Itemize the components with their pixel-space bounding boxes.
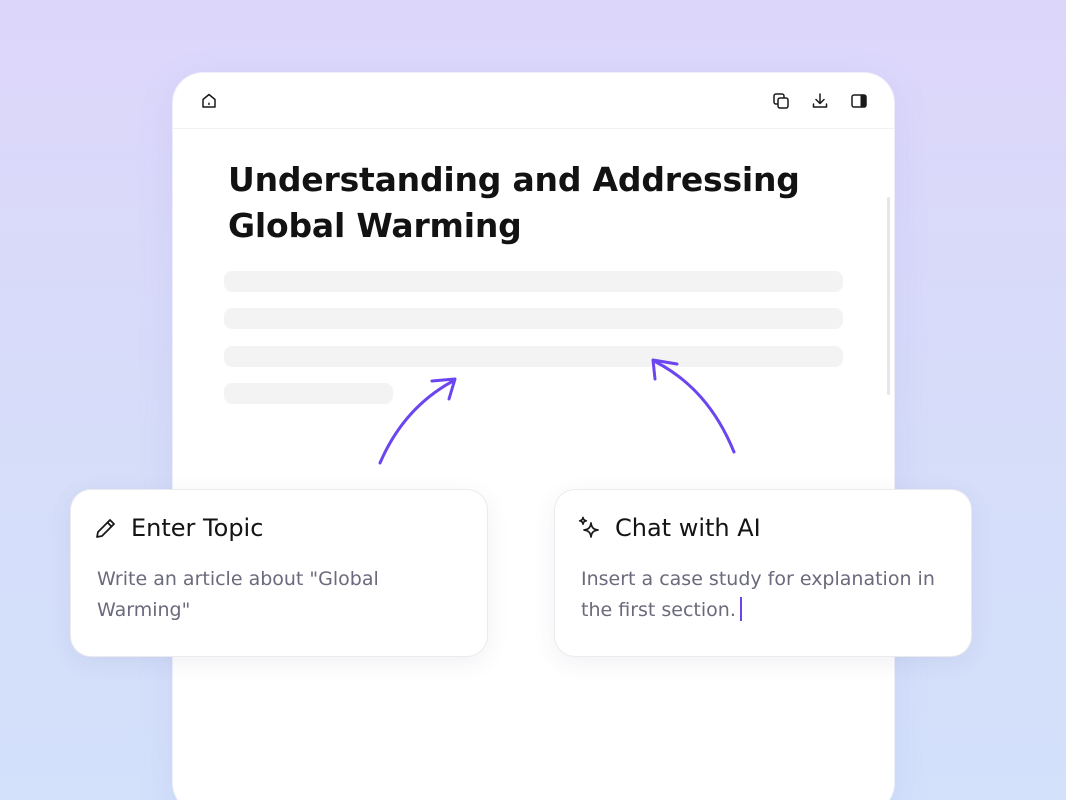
arrow-right (651, 358, 736, 454)
chat-with-ai-input[interactable]: Insert a case study for explanation in t… (581, 564, 951, 626)
sparkles-icon (577, 515, 603, 541)
chat-with-ai-card[interactable]: Chat with AI Insert a case study for exp… (555, 490, 971, 656)
enter-topic-title: Enter Topic (131, 514, 264, 542)
pencil-icon (93, 515, 119, 541)
chat-with-ai-text: Insert a case study for explanation in t… (581, 568, 935, 621)
arrow-left (378, 377, 457, 465)
enter-topic-card[interactable]: Enter Topic Write an article about "Glob… (71, 490, 487, 656)
enter-topic-input[interactable]: Write an article about "Global Warming" (97, 564, 467, 626)
arrows-overlay (378, 358, 736, 465)
chat-with-ai-title: Chat with AI (615, 514, 761, 542)
text-cursor (739, 597, 742, 621)
